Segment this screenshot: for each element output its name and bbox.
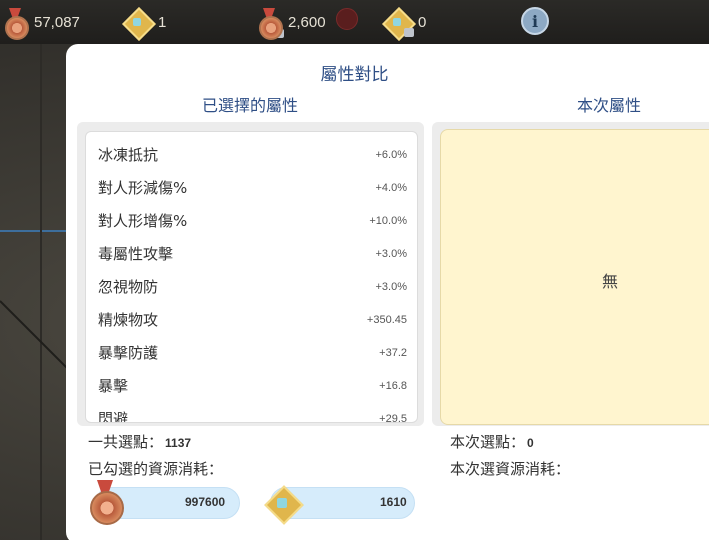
list-item: 對人形增傷% +10.0% (86, 204, 417, 237)
medal-icon (4, 8, 29, 40)
gem-resource[interactable]: 1 (124, 6, 166, 38)
resource-bar: 57,087 1 2,600 0 i (0, 0, 709, 44)
attribute-name: 忽視物防 (98, 278, 159, 296)
lock-icon (274, 29, 284, 38)
attribute-name: 暴擊 (98, 377, 129, 395)
current-points-value: 0 (527, 436, 534, 450)
list-item: 對人形減傷% +4.0% (86, 171, 417, 204)
locked-medal-icon (258, 8, 284, 40)
current-attributes-title: 本次屬性 (577, 96, 642, 115)
gem-icon (265, 486, 299, 520)
info-icon[interactable]: i (521, 7, 549, 35)
current-cost-label: 本次選資源消耗： (450, 460, 571, 478)
list-item: 閃避 +29.5 (86, 402, 417, 423)
medal-count: 57,087 (34, 13, 80, 31)
total-points: 一共選點： 1137 (88, 431, 191, 452)
attribute-value: +16.8 (379, 379, 407, 392)
dialog-title: 屬性對比 (320, 65, 389, 85)
attribute-value: +37.2 (379, 346, 407, 359)
lock-icon (404, 28, 414, 37)
attribute-name: 精煉物攻 (98, 311, 159, 329)
list-item: 精煉物攻 +350.45 (86, 303, 417, 336)
locked-gem-count: 0 (418, 13, 427, 31)
attribute-value: +3.0% (375, 280, 408, 293)
attribute-name: 毒屬性攻擊 (98, 245, 174, 263)
medal-icon (89, 480, 124, 525)
selected-attributes-title: 已選擇的屬性 (202, 96, 299, 115)
locked-medal-resource[interactable]: 2,600 (258, 6, 326, 40)
list-item: 冰凍抵抗 +6.0% (86, 138, 417, 171)
locked-gem-resource[interactable]: 0 (384, 6, 426, 38)
locked-medal-count: 2,600 (288, 13, 326, 31)
attribute-name: 對人形減傷% (98, 179, 188, 197)
empty-text: 無 (602, 272, 619, 291)
gem-cost-value: 1610 (380, 495, 407, 509)
medal-resource[interactable]: 57,087 (4, 6, 80, 40)
seal-icon (336, 8, 358, 30)
list-item: 暴擊防護 +37.2 (86, 336, 417, 369)
gem-count: 1 (158, 13, 167, 31)
list-item: 暴擊 +16.8 (86, 369, 417, 402)
gem-icon (124, 9, 150, 35)
locked-gem-icon (384, 9, 414, 37)
total-points-label: 一共選點： (88, 433, 164, 451)
medal-cost-value: 997600 (185, 495, 226, 509)
attribute-name: 冰凍抵抗 (98, 146, 159, 164)
map-path (0, 230, 70, 232)
total-points-value: 1137 (165, 436, 192, 450)
list-item: 忽視物防 +3.0% (86, 270, 417, 303)
selected-cost-label: 已勾選的資源消耗： (88, 460, 224, 478)
attribute-value: +6.0% (375, 148, 408, 161)
current-points-label: 本次選點： (450, 433, 526, 451)
attribute-name: 閃避 (98, 410, 129, 423)
map-path (40, 40, 42, 540)
attribute-value: +29.5 (379, 412, 407, 423)
list-item: 毒屬性攻擊 +3.0% (86, 237, 417, 270)
current-attributes-box (440, 129, 709, 425)
attribute-value: +10.0% (369, 214, 407, 227)
attribute-name: 對人形增傷% (98, 212, 188, 230)
attribute-value: +350.45 (366, 313, 407, 326)
attribute-value: +4.0% (375, 181, 408, 194)
attribute-value: +3.0% (375, 247, 408, 260)
selected-attributes-list[interactable]: 冰凍抵抗 +6.0% 對人形減傷% +4.0% 對人形增傷% +10.0% 毒屬… (85, 131, 418, 423)
attribute-name: 暴擊防護 (98, 344, 159, 362)
current-points: 本次選點： 0 (450, 431, 534, 452)
